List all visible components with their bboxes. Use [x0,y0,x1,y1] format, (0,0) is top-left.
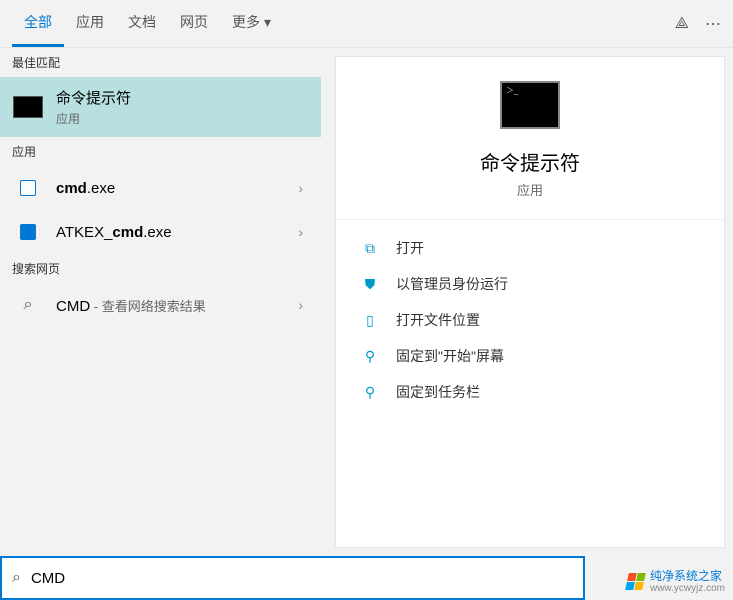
tab-apps[interactable]: 应用 [64,1,116,47]
section-best-match: 最佳匹配 [0,48,321,77]
open-icon: ⧉ [360,238,380,258]
detail-title: 命令提示符 [336,147,724,176]
results-pane: 最佳匹配 命令提示符 应用 应用 cmd.exe › ATKEX_cmd.exe… [0,48,321,556]
chevron-down-icon: ▾ [264,14,271,31]
search-input[interactable] [31,570,573,587]
action-pin-start[interactable]: ⚲ 固定到"开始"屏幕 [336,338,724,374]
detail-sub: 应用 [336,180,724,199]
section-web: 搜索网页 [0,254,321,283]
chevron-right-icon: › [298,180,309,196]
detail-pane: 命令提示符 应用 ⧉ 打开 ⛊ 以管理员身份运行 ▯ 打开文件位置 ⚲ [335,56,725,548]
watermark-title: 纯净系统之家 [650,570,725,583]
result-title: cmd.exe [56,180,298,197]
search-icon: ⌕ [12,569,21,587]
tab-web[interactable]: 网页 [168,1,220,47]
more-options-icon[interactable]: ⋯ [705,14,721,34]
section-apps: 应用 [0,137,321,166]
top-tab-bar: 全部 应用 文档 网页 更多 ▾ ⟁ ⋯ [0,0,733,48]
result-web[interactable]: ⌕ CMD - 查看网络搜索结果 › [0,283,321,327]
action-label: 固定到任务栏 [396,382,480,402]
pin-icon: ⚲ [360,346,380,366]
shield-icon: ⛊ [360,274,380,294]
result-app-1[interactable]: cmd.exe › [0,166,321,210]
search-bar[interactable]: ⌕ [0,556,585,600]
result-app-2[interactable]: ATKEX_cmd.exe › [0,210,321,254]
result-title: ATKEX_cmd.exe [56,224,298,241]
folder-icon: ▯ [360,310,380,330]
action-run-admin[interactable]: ⛊ 以管理员身份运行 [336,266,724,302]
action-label: 打开文件位置 [396,310,480,330]
chevron-right-icon: › [298,297,309,313]
result-title: 命令提示符 [56,87,309,108]
result-title: CMD - 查看网络搜索结果 [56,296,298,315]
watermark-url: www.ycwyjz.com [650,583,725,594]
cmd-icon [13,96,43,118]
action-label: 固定到"开始"屏幕 [396,346,504,366]
result-sub: 应用 [56,110,309,127]
app-icon [20,224,36,240]
action-label: 打开 [396,238,424,258]
tab-docs[interactable]: 文档 [116,1,168,47]
action-pin-taskbar[interactable]: ⚲ 固定到任务栏 [336,374,724,410]
tab-more[interactable]: 更多 ▾ [220,1,283,47]
app-icon [20,180,36,196]
action-label: 以管理员身份运行 [396,274,508,294]
chevron-right-icon: › [298,224,309,240]
cmd-large-icon [500,81,560,129]
tab-more-label: 更多 [232,12,260,32]
watermark: 纯净系统之家 www.ycwyjz.com [627,570,725,594]
feedback-icon[interactable]: ⟁ [675,15,689,33]
result-best-match[interactable]: 命令提示符 应用 [0,77,321,137]
action-open[interactable]: ⧉ 打开 [336,230,724,266]
action-file-location[interactable]: ▯ 打开文件位置 [336,302,724,338]
windows-logo-icon [625,573,646,590]
tab-all[interactable]: 全部 [12,1,64,47]
search-icon: ⌕ [20,297,36,313]
pin-icon: ⚲ [360,382,380,402]
